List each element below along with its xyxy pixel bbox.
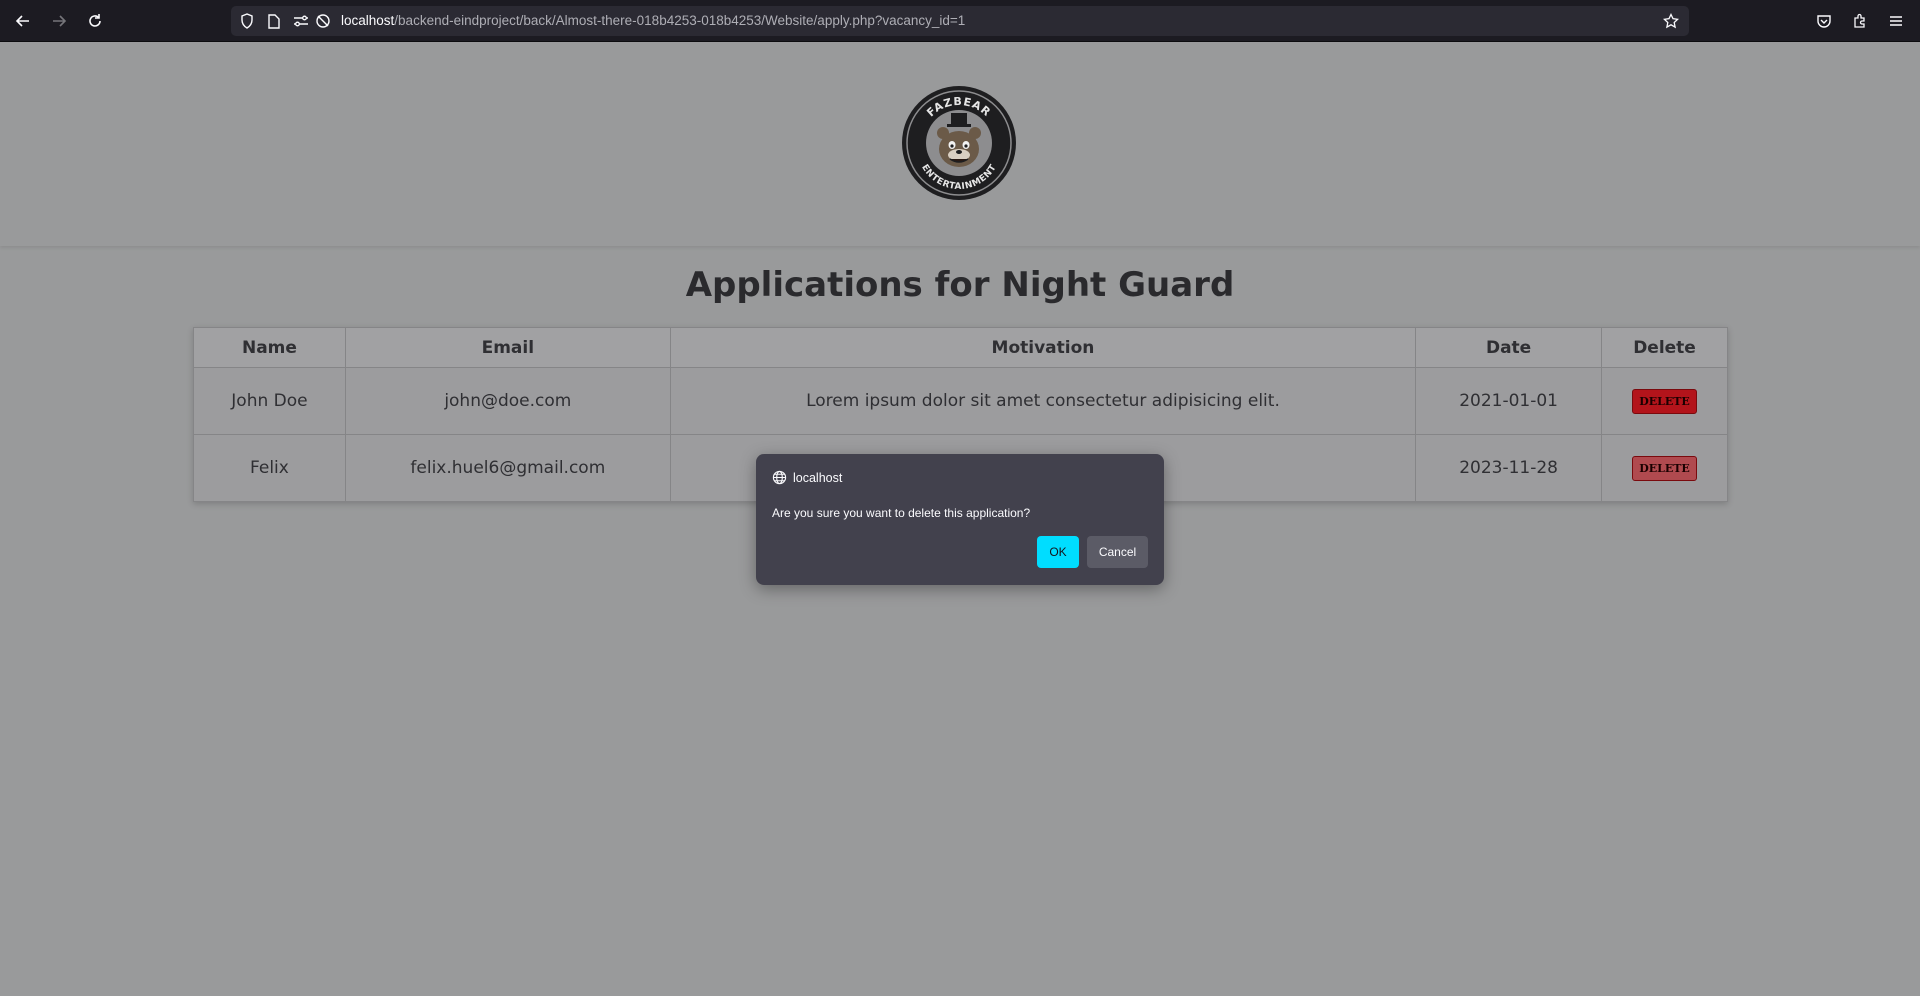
globe-icon — [772, 470, 787, 485]
url-host: localhost — [341, 13, 395, 28]
reload-icon[interactable] — [84, 10, 106, 32]
cell-delete: DELETE — [1601, 367, 1728, 435]
header-delete: Delete — [1601, 327, 1728, 368]
page-title: Applications for Night Guard — [685, 265, 1235, 305]
extensions-icon[interactable] — [1850, 11, 1870, 31]
page-icon[interactable] — [266, 13, 282, 29]
cell-email: john@doe.com — [344, 367, 671, 435]
cell-delete: DELETE — [1601, 434, 1728, 502]
pocket-icon[interactable] — [1814, 11, 1834, 31]
tracking-protection-icon[interactable] — [315, 13, 331, 29]
confirm-dialog: localhost Are you sure you want to delet… — [756, 454, 1164, 585]
bookmark-star-icon[interactable] — [1663, 13, 1679, 29]
site-header: FAZBEAR ENTERTAINMENT — [0, 43, 1920, 246]
cell-date: 2023-11-28 — [1415, 434, 1603, 502]
url-text[interactable]: localhost/backend-eindproject/back/Almos… — [341, 13, 965, 28]
dialog-origin: localhost — [793, 470, 843, 485]
menu-icon[interactable] — [1886, 11, 1906, 31]
url-bar[interactable]: localhost/backend-eindproject/back/Almos… — [231, 6, 1689, 36]
header-email: Email — [344, 327, 671, 368]
header-name: Name — [193, 327, 346, 368]
fazbear-logo[interactable]: FAZBEAR ENTERTAINMENT — [899, 83, 1019, 203]
table-row: John Doe john@doe.com Lorem ipsum dolor … — [193, 367, 1728, 435]
forward-icon[interactable] — [48, 10, 70, 32]
shield-icon[interactable] — [239, 13, 255, 29]
cancel-button[interactable]: Cancel — [1087, 536, 1148, 568]
delete-button[interactable]: DELETE — [1632, 388, 1697, 414]
url-path: /backend-eindproject/back/Almost-there-0… — [394, 13, 966, 28]
ok-button[interactable]: OK — [1037, 536, 1079, 568]
header-date: Date — [1415, 327, 1603, 368]
table-header-row: Name Email Motivation Date Delete — [193, 327, 1728, 368]
cell-name: John Doe — [193, 367, 346, 435]
cell-motivation: Lorem ipsum dolor sit amet consectetur a… — [669, 367, 1417, 435]
cell-date: 2021-01-01 — [1415, 367, 1603, 435]
dialog-header: localhost — [772, 470, 842, 485]
cell-name: Felix — [193, 434, 346, 502]
back-icon[interactable] — [12, 10, 34, 32]
browser-toolbar: localhost/backend-eindproject/back/Almos… — [0, 0, 1920, 42]
cell-email: felix.huel6@gmail.com — [344, 434, 671, 502]
header-motivation: Motivation — [669, 327, 1417, 368]
delete-button[interactable]: DELETE — [1632, 455, 1697, 481]
dialog-message: Are you sure you want to delete this app… — [772, 506, 1031, 520]
permissions-icon[interactable] — [293, 13, 309, 29]
